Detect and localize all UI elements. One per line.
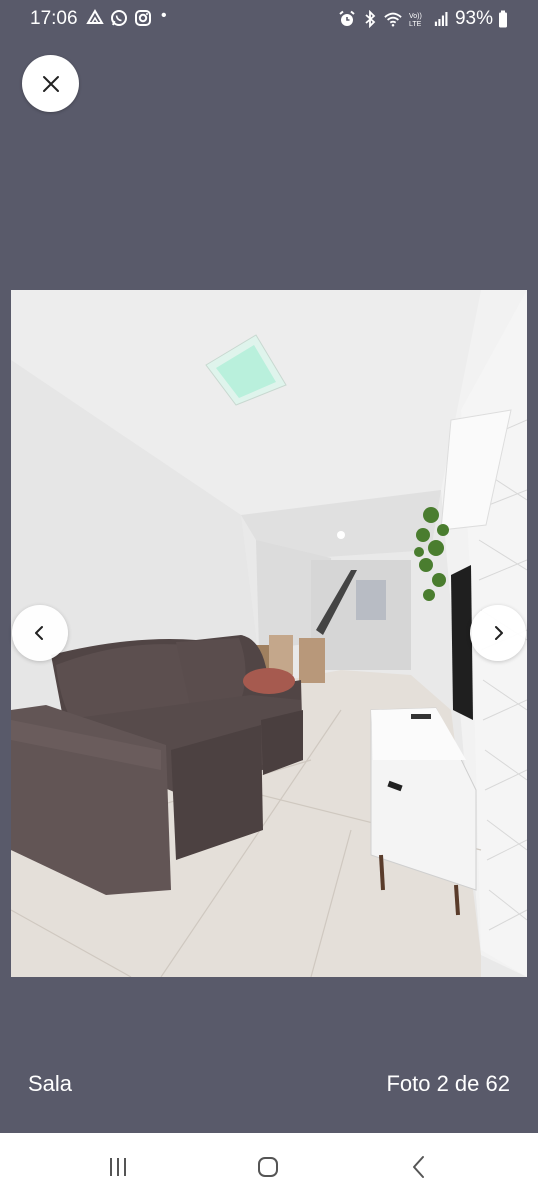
photo-counter: Foto 2 de 62 [386,1071,510,1096]
wifi-icon [384,12,402,27]
status-time: 17:06 [30,8,78,29]
previous-photo-button[interactable] [12,605,68,661]
chevron-right-icon [495,626,503,640]
status-bar: 17:06 • Vo)) LTE 93% [0,0,538,38]
back-icon [413,1156,424,1178]
living-room-photo [11,290,527,977]
back-button[interactable] [400,1153,440,1181]
recents-button[interactable] [98,1153,138,1181]
close-button[interactable] [22,55,79,112]
system-icons: Vo)) LTE 93% [338,8,508,30]
volte-icon: Vo))LTE [409,13,422,28]
drive-icon [86,9,104,24]
bluetooth-icon [365,10,376,28]
recents-icon [110,1158,126,1176]
battery-icon [499,10,507,28]
photo-viewer-screen: 17:06 • Vo)) LTE 93% Sala Foto 2 de 62 [0,0,538,1200]
battery-percent: 93% [454,8,493,29]
svg-text:LTE: LTE [409,21,422,28]
home-icon [258,1157,278,1177]
signal-icon [434,12,448,26]
status-dot: • [161,7,167,24]
system-navigation-bar [0,1133,538,1200]
photo-caption: Sala [28,1071,73,1096]
home-button[interactable] [248,1153,288,1181]
chevron-left-icon [35,626,43,640]
notification-icons [86,9,152,27]
next-photo-button[interactable] [470,605,526,661]
instagram-icon [135,10,151,26]
alarm-icon [339,10,355,26]
close-icon [42,75,59,92]
whatsapp-icon [111,10,127,26]
listing-photo[interactable] [11,290,527,977]
svg-text:Vo)): Vo)) [409,13,422,20]
